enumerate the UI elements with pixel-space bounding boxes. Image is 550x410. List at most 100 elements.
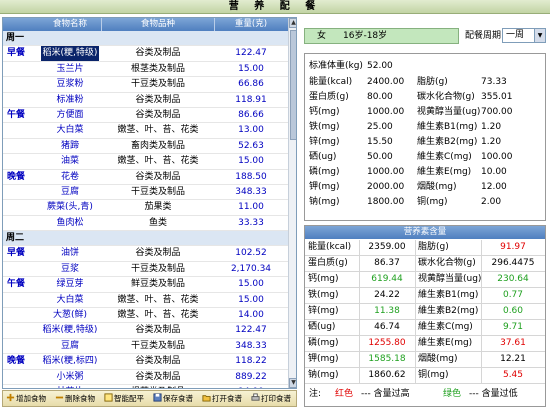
- food-category-cell[interactable]: 干豆类及制品: [103, 262, 213, 277]
- food-name-cell[interactable]: 豆浆: [41, 262, 99, 277]
- weight-cell[interactable]: 122.47: [215, 46, 287, 61]
- week-row[interactable]: 周一: [3, 31, 288, 47]
- food-row[interactable]: 稻米(粳,特级) 谷类及制品 122.47: [3, 323, 288, 339]
- weight-cell[interactable]: 122.47: [215, 323, 287, 338]
- column-header-weight[interactable]: 重量(克): [215, 18, 287, 31]
- food-name-cell[interactable]: 油饼: [41, 246, 99, 261]
- smart-balance-button[interactable]: 智能配平: [104, 393, 144, 405]
- food-category-cell[interactable]: 干豆类及制品: [103, 339, 213, 354]
- food-name-cell[interactable]: 大白菜: [41, 293, 99, 308]
- food-name-cell[interactable]: 豆浆粉: [41, 77, 99, 92]
- food-row[interactable]: 玉兰片 根茎类及制品 15.00: [3, 62, 288, 78]
- food-row[interactable]: 豆浆 干豆类及制品 2,170.34: [3, 262, 288, 278]
- weight-cell[interactable]: 66.86: [215, 77, 287, 92]
- food-category-cell[interactable]: 鲜豆类及制品: [103, 277, 213, 292]
- scroll-thumb[interactable]: [290, 30, 296, 140]
- scroll-down-icon[interactable]: ▼: [289, 378, 296, 388]
- food-row[interactable]: 午餐 方便面 谷类及制品 86.66: [3, 108, 288, 124]
- food-category-cell[interactable]: 嫩茎、叶、苔、花类: [103, 154, 213, 169]
- food-row[interactable]: 晚餐 花卷 谷类及制品 188.50: [3, 170, 288, 185]
- food-category-cell[interactable]: 茄果类: [103, 200, 213, 215]
- food-row[interactable]: 晚餐 稻米(粳,标四) 谷类及制品 118.22: [3, 354, 288, 370]
- weight-cell[interactable]: 33.33: [215, 216, 287, 231]
- food-category-cell[interactable]: 根茎类及制品: [103, 385, 213, 388]
- food-name-cell[interactable]: 花卷: [41, 170, 99, 185]
- food-category-cell[interactable]: 嫩茎、叶、苔、花类: [103, 123, 213, 138]
- food-name-cell[interactable]: 绿豆芽: [41, 277, 99, 292]
- food-category-cell[interactable]: 鱼类: [103, 216, 213, 231]
- column-header-category[interactable]: 食物品种: [103, 18, 213, 31]
- period-select[interactable]: 一周 ▼: [502, 28, 546, 43]
- scroll-up-icon[interactable]: ▲: [289, 18, 296, 28]
- food-row[interactable]: 早餐 稻米(粳,特级) 谷类及制品 122.47: [3, 46, 288, 62]
- food-row[interactable]: 蕨菜(头,青) 茄果类 11.00: [3, 200, 288, 216]
- weight-cell[interactable]: 13.00: [215, 123, 287, 138]
- food-row[interactable]: 早餐 油饼 谷类及制品 102.52: [3, 246, 288, 262]
- weight-cell[interactable]: 348.33: [215, 339, 287, 354]
- vertical-scrollbar[interactable]: ▲ ▼: [288, 18, 296, 388]
- weight-cell[interactable]: 2,170.34: [215, 262, 287, 277]
- food-name-cell[interactable]: 大白菜: [41, 123, 99, 138]
- open-recipe-button[interactable]: 打开食谱: [202, 393, 242, 405]
- food-category-cell[interactable]: 谷类及制品: [103, 170, 213, 185]
- food-row[interactable]: 豆浆粉 干豆类及制品 66.86: [3, 77, 288, 93]
- food-row[interactable]: 大白菜 嫩茎、叶、苔、花类 13.00: [3, 123, 288, 139]
- food-name-cell[interactable]: 鱼肉松: [41, 216, 99, 231]
- week-row[interactable]: 周二: [3, 231, 288, 247]
- food-name-cell[interactable]: 猪蹄: [41, 139, 99, 154]
- food-category-cell[interactable]: 干豆类及制品: [103, 77, 213, 92]
- food-name-cell[interactable]: 油菜: [41, 154, 99, 169]
- food-category-cell[interactable]: 嫩茎、叶、苔、花类: [103, 308, 213, 323]
- weight-cell[interactable]: 102.52: [215, 246, 287, 261]
- gender-age-field[interactable]: 女 16岁-18岁: [304, 28, 459, 44]
- food-row[interactable]: 大白菜 嫩茎、叶、苔、花类 15.00: [3, 293, 288, 309]
- food-category-cell[interactable]: 嫩茎、叶、苔、花类: [103, 293, 213, 308]
- food-category-cell[interactable]: 根茎类及制品: [103, 62, 213, 77]
- food-name-cell[interactable]: 蕨菜(头,青): [41, 200, 99, 215]
- food-row[interactable]: 油菜 嫩茎、叶、苔、花类 15.00: [3, 154, 288, 170]
- food-name-cell[interactable]: 标准粉: [41, 93, 99, 108]
- food-row[interactable]: 豆腐 干豆类及制品 348.33: [3, 185, 288, 201]
- print-recipe-button[interactable]: 打印食谱: [251, 393, 291, 405]
- food-row[interactable]: 小米粥 谷类及制品 889.22: [3, 370, 288, 385]
- food-category-cell[interactable]: 谷类及制品: [103, 108, 213, 123]
- food-category-cell[interactable]: 畜肉类及制品: [103, 139, 213, 154]
- food-row[interactable]: 鱼肉松 鱼类 33.33: [3, 216, 288, 232]
- weight-cell[interactable]: 15.00: [215, 293, 287, 308]
- food-name-cell[interactable]: 稻米(粳,标四): [41, 354, 99, 369]
- food-row[interactable]: 大葱(鲜) 嫩茎、叶、苔、花类 14.00: [3, 308, 288, 324]
- food-row[interactable]: 猪蹄 畜肉类及制品 52.63: [3, 139, 288, 155]
- weight-cell[interactable]: 11.00: [215, 200, 287, 215]
- food-name-cell[interactable]: 甘薯片: [41, 385, 99, 388]
- weight-cell[interactable]: 188.50: [215, 170, 287, 185]
- food-category-cell[interactable]: 谷类及制品: [103, 370, 213, 385]
- food-category-cell[interactable]: 谷类及制品: [103, 246, 213, 261]
- weight-cell[interactable]: 118.22: [215, 354, 287, 369]
- food-category-cell[interactable]: 干豆类及制品: [103, 185, 213, 200]
- weight-cell[interactable]: 348.33: [215, 185, 287, 200]
- save-recipe-button[interactable]: 保存食谱: [153, 393, 193, 405]
- weight-cell[interactable]: 86.66: [215, 108, 287, 123]
- food-name-cell[interactable]: 稻米(粳,特级): [41, 46, 99, 62]
- food-name-cell[interactable]: 玉兰片: [41, 62, 99, 77]
- weight-cell[interactable]: 118.91: [215, 93, 287, 108]
- weight-cell[interactable]: 889.22: [215, 370, 287, 385]
- food-name-cell[interactable]: 大葱(鲜): [41, 308, 99, 323]
- food-row[interactable]: 午餐 绿豆芽 鲜豆类及制品 15.00: [3, 277, 288, 293]
- add-food-button[interactable]: 增加食物: [6, 393, 46, 405]
- food-row[interactable]: 甘薯片 根茎类及制品14.00: [3, 385, 288, 388]
- weight-cell[interactable]: 15.00: [215, 277, 287, 292]
- food-name-cell[interactable]: 小米粥: [41, 370, 99, 385]
- chevron-down-icon[interactable]: ▼: [534, 29, 545, 42]
- food-row[interactable]: 标准粉 谷类及制品 118.91: [3, 93, 288, 108]
- delete-food-button[interactable]: 删除食物: [55, 393, 95, 405]
- food-category-cell[interactable]: 谷类及制品: [103, 93, 213, 108]
- food-name-cell[interactable]: 豆腐: [41, 339, 99, 354]
- column-header-food[interactable]: 食物名称: [41, 18, 99, 31]
- food-row[interactable]: 豆腐 干豆类及制品 348.33: [3, 339, 288, 355]
- food-name-cell[interactable]: 稻米(粳,特级): [41, 323, 99, 338]
- food-category-cell[interactable]: 谷类及制品: [103, 323, 213, 338]
- food-name-cell[interactable]: 豆腐: [41, 185, 99, 200]
- weight-cell[interactable]: 14.00: [215, 385, 287, 388]
- food-category-cell[interactable]: 谷类及制品: [103, 46, 213, 61]
